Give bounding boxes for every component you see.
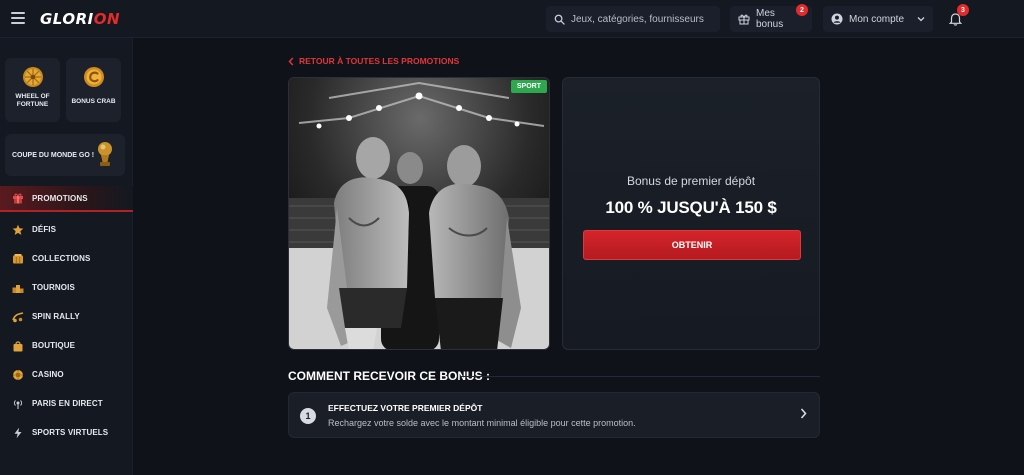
user-icon (831, 13, 843, 25)
wheel-of-fortune-tile[interactable]: WHEEL OF FORTUNE (5, 58, 60, 122)
chip-icon (11, 369, 25, 381)
wheel-of-fortune-label: WHEEL OF FORTUNE (15, 93, 49, 110)
rally-icon (11, 311, 25, 323)
sidebar-item-label: CASINO (32, 370, 64, 379)
top-bar: GLORION Mes bonus 2 Mon compte 3 (0, 0, 1024, 38)
star-icon (11, 224, 25, 236)
bonus-crab-label: BONUS CRAB (71, 98, 116, 105)
offer-card: Bonus de premier dépôt 100 % JUSQU'À 150… (562, 77, 820, 350)
back-link-label: RETOUR À TOUTES LES PROMOTIONS (299, 56, 460, 66)
my-account-label: Mon compte (849, 13, 905, 25)
offer-title: 100 % JUSQU'À 150 $ (605, 198, 777, 217)
brand-logo-prefix: GLORI (40, 10, 94, 28)
notification-count-badge: 3 (957, 4, 969, 16)
shop-bag-icon (11, 340, 25, 352)
sidebar-item-defis[interactable]: DÉFIS (0, 215, 133, 244)
sidebar-item-label: PARIS EN DIRECT (32, 399, 103, 408)
notifications-button[interactable]: 3 (943, 4, 971, 32)
lightning-icon (11, 427, 25, 439)
sidebar-item-label: SPIN RALLY (32, 312, 80, 321)
world-cup-banner[interactable]: COUPE DU MONDE GO ! (5, 134, 125, 176)
sidebar-item-label: BOUTIQUE (32, 341, 76, 350)
fighters-promo-image (289, 78, 549, 349)
divider (460, 376, 820, 377)
menu-icon[interactable] (11, 12, 25, 24)
bonus-count-badge: 2 (796, 4, 808, 16)
sidebar-item-label: COLLECTIONS (32, 254, 91, 263)
sidebar-nav: PROMOTIONS DÉFIS COLLECTIONS TOURNOIS SP… (0, 186, 133, 447)
step-item[interactable]: 1 EFFECTUEZ VOTRE PREMIER DÉPÔT Recharge… (288, 392, 820, 438)
obtain-bonus-button[interactable]: OBTENIR (583, 230, 801, 260)
sidebar-item-tournois[interactable]: TOURNOIS (0, 273, 133, 302)
crab-coin-icon (83, 66, 105, 88)
promotion-image-card: SPORT (288, 77, 550, 350)
my-bonus-button[interactable]: Mes bonus 2 (730, 4, 812, 32)
sidebar-item-boutique[interactable]: BOUTIQUE (0, 331, 133, 360)
step-description: Rechargez votre solde avec le montant mi… (328, 418, 636, 428)
chevron-down-icon (917, 16, 925, 22)
bonus-crab-tile[interactable]: BONUS CRAB (66, 58, 121, 122)
sidebar-item-casino[interactable]: CASINO (0, 360, 133, 389)
search-icon (554, 14, 565, 25)
wheel-of-fortune-label-line2: FORTUNE (16, 101, 49, 109)
sidebar-item-collections[interactable]: COLLECTIONS (0, 244, 133, 273)
sport-tag-badge: SPORT (510, 80, 547, 93)
wheel-icon (22, 66, 44, 88)
offer-subtitle: Bonus de premier dépôt (626, 174, 756, 188)
sidebar-item-promotions[interactable]: PROMOTIONS (0, 186, 133, 212)
gift-icon (738, 13, 750, 25)
back-to-promotions-link[interactable]: RETOUR À TOUTES LES PROMOTIONS (288, 56, 459, 66)
my-account-button[interactable]: Mon compte (823, 6, 933, 32)
step-title: EFFECTUEZ VOTRE PREMIER DÉPÔT (328, 403, 483, 413)
wheel-of-fortune-label-line1: WHEEL OF (15, 93, 50, 100)
search-box[interactable] (546, 6, 720, 32)
sidebar-item-label: SPORTS VIRTUELS (32, 428, 109, 437)
sidebar-item-label: PROMOTIONS (32, 193, 88, 203)
chevron-left-icon (288, 56, 294, 66)
brand-logo-accent: ON (93, 10, 121, 28)
sidebar: WHEEL OF FORTUNE BONUS CRAB COUPE DU MON… (0, 38, 133, 475)
chevron-right-icon (800, 408, 807, 419)
podium-icon (11, 282, 25, 294)
search-input[interactable] (571, 13, 711, 25)
sidebar-item-sports-virtuels[interactable]: SPORTS VIRTUELS (0, 418, 133, 447)
gift-icon (11, 192, 25, 204)
step-number: 1 (300, 408, 316, 424)
trophy-icon (95, 141, 115, 169)
sidebar-item-spin-rally[interactable]: SPIN RALLY (0, 302, 133, 331)
cards-icon (11, 253, 25, 265)
live-icon (11, 398, 25, 410)
sidebar-item-paris-en-direct[interactable]: PARIS EN DIRECT (0, 389, 133, 418)
world-cup-label: COUPE DU MONDE GO ! (12, 151, 95, 159)
sidebar-item-label: DÉFIS (32, 225, 57, 234)
brand-logo[interactable]: GLORION (40, 10, 120, 28)
sidebar-item-label: TOURNOIS (32, 283, 75, 292)
